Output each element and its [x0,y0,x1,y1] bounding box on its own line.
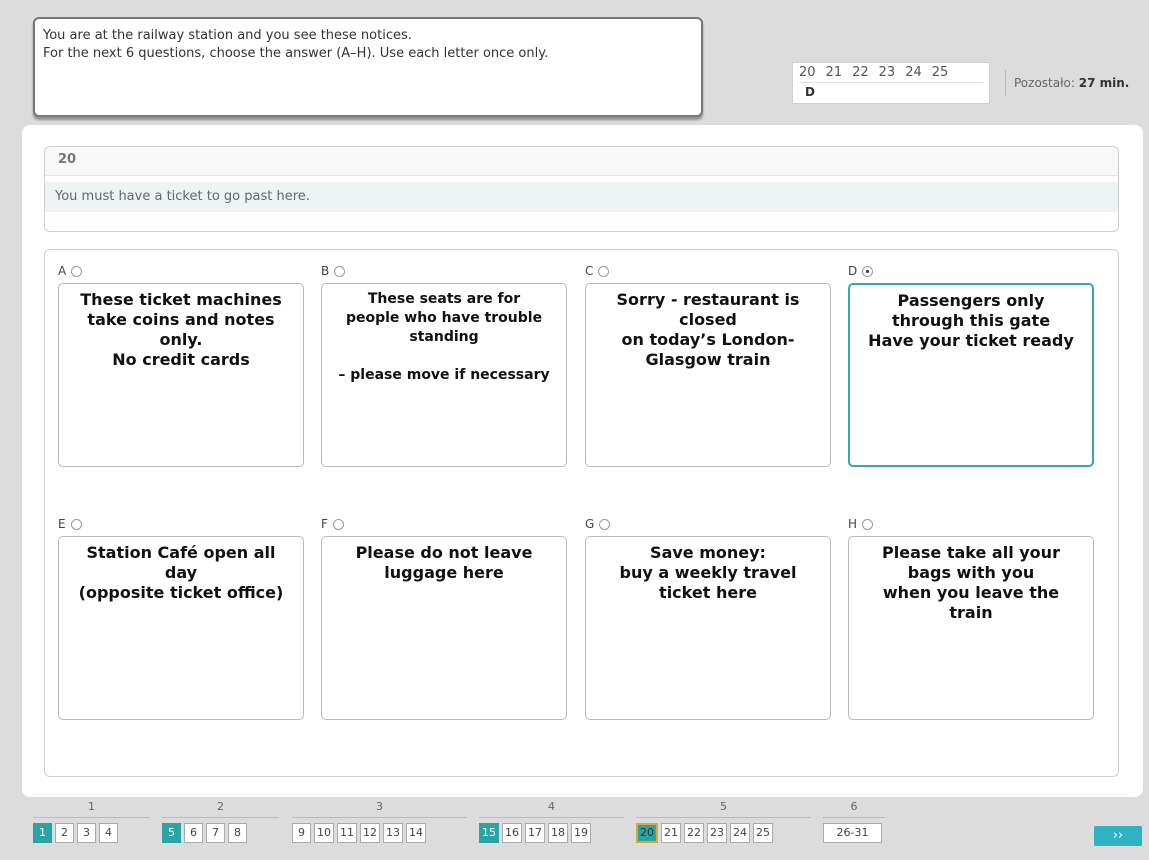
pager-group-label: 2 [217,800,224,813]
page-button[interactable]: 16 [502,823,522,843]
summary-number[interactable]: 24 [905,65,922,80]
option-d-radio[interactable] [862,265,874,277]
option-h-card[interactable]: Please take all your bags with you when … [848,536,1094,720]
option-g-radio[interactable] [599,518,611,530]
page-button[interactable]: 10 [314,823,334,843]
pager-group-label: 4 [548,800,555,813]
page-button[interactable]: 12 [360,823,380,843]
page-button[interactable]: 18 [548,823,568,843]
option-e-radio[interactable] [70,518,82,530]
page-button[interactable]: 26-31 [823,823,882,843]
option-e-card[interactable]: Station Café open all day (opposite tick… [58,536,304,720]
summary-answer-20: D [799,82,983,101]
option-e-text: Station Café open all day (opposite tick… [78,543,284,602]
page-button[interactable]: 21 [661,823,681,843]
page-button[interactable]: 19 [571,823,591,843]
page-button[interactable]: 5 [162,823,181,843]
option-letter: G [585,517,595,531]
option-f: F Please do not leave luggage here [321,517,567,720]
option-g-text: Save money: buy a weekly travel ticket h… [619,543,797,602]
option-b-text: These seats are for people who have trou… [338,291,550,383]
option-a-text: These ticket machines take coins and not… [80,290,282,369]
question-box: 20 You must have a ticket to go past her… [44,146,1119,232]
page-button[interactable]: 15 [479,823,499,843]
option-h-radio[interactable] [862,518,874,530]
option-e: E Station Café open all day (opposite ti… [58,517,304,720]
page-button[interactable]: 2 [55,823,74,843]
question-pager: 1 1 2 3 4 2 5 6 7 8 3 9 10 11 12 13 14 4 [33,800,1143,850]
page-button[interactable]: 4 [99,823,118,843]
option-d-text: Passengers only through this gate Have y… [868,291,1074,350]
option-a-card[interactable]: These ticket machines take coins and not… [58,283,304,467]
time-remaining: Pozostało: 27 min. [1005,70,1129,96]
answer-summary: 20 21 22 23 24 25 D [792,62,990,104]
timer-value: 27 min. [1078,76,1130,90]
instructions-box: You are at the railway station and you s… [33,17,703,117]
option-h-text: Please take all your bags with you when … [882,543,1060,622]
pager-group-6: 6 26-31 [823,800,885,843]
option-letter: B [321,264,330,278]
option-letter: H [848,517,858,531]
option-c-radio[interactable] [598,265,610,277]
pager-group-2: 2 5 6 7 8 [162,800,279,843]
pager-group-label: 5 [720,800,727,813]
pager-group-label: 6 [850,800,858,813]
options-box: A These ticket machines take coins and n… [44,249,1119,777]
timer-label: Pozostało: [1014,76,1075,90]
pager-group-3: 3 9 10 11 12 13 14 [292,800,467,843]
pager-group-label: 1 [88,800,95,813]
option-a: A These ticket machines take coins and n… [58,264,304,467]
option-c-text: Sorry - restaurant is closed on today’s … [616,290,800,369]
question-prompt: You must have a ticket to go past here. [45,182,1118,212]
page-button[interactable]: 7 [206,823,225,843]
option-d: D Passengers only through this gate Have… [848,264,1094,467]
option-f-text: Please do not leave luggage here [355,543,533,582]
summary-number[interactable]: 22 [852,65,869,80]
pager-group-1: 1 1 2 3 4 [33,800,150,843]
option-g: G Save money: buy a weekly travel ticket… [585,517,831,720]
option-c: C Sorry - restaurant is closed on today’… [585,264,831,467]
pager-group-4: 4 15 16 17 18 19 [479,800,624,843]
page-button-current[interactable]: 20 [636,823,658,843]
option-b: B These seats are for people who have tr… [321,264,567,467]
summary-number[interactable]: 20 [799,65,816,80]
option-d-card[interactable]: Passengers only through this gate Have y… [848,283,1094,467]
option-a-radio[interactable] [71,265,83,277]
option-letter: E [58,517,66,531]
option-c-card[interactable]: Sorry - restaurant is closed on today’s … [585,283,831,467]
page-button[interactable]: 25 [753,823,773,843]
next-button[interactable]: ›› [1094,826,1142,846]
page-button[interactable]: 17 [525,823,545,843]
page-button[interactable]: 1 [33,823,52,843]
page-button[interactable]: 14 [406,823,426,843]
summary-number[interactable]: 23 [879,65,896,80]
option-letter: C [585,264,594,278]
option-letter: F [321,517,328,531]
option-b-card[interactable]: These seats are for people who have trou… [321,283,567,467]
pager-group-label: 3 [376,800,383,813]
page-button[interactable]: 6 [184,823,203,843]
page-button[interactable]: 8 [228,823,247,843]
page-button[interactable]: 9 [292,823,311,843]
option-letter: D [848,264,858,278]
option-f-card[interactable]: Please do not leave luggage here [321,536,567,720]
option-g-card[interactable]: Save money: buy a weekly travel ticket h… [585,536,831,720]
question-number: 20 [45,147,1118,176]
summary-number[interactable]: 25 [932,65,949,80]
page-button[interactable]: 23 [707,823,727,843]
page-button[interactable]: 22 [684,823,704,843]
option-letter: A [58,264,67,278]
option-h: H Please take all your bags with you whe… [848,517,1094,720]
option-b-radio[interactable] [334,265,346,277]
pager-group-5: 5 20 21 22 23 24 25 [636,800,811,843]
instructions-line-1: You are at the railway station and you s… [43,28,412,43]
summary-number[interactable]: 21 [826,65,843,80]
page-button[interactable]: 3 [77,823,96,843]
main-panel: 20 You must have a ticket to go past her… [22,125,1143,797]
page-button[interactable]: 24 [730,823,750,843]
instructions-line-2: For the next 6 questions, choose the ans… [43,46,549,61]
page-button[interactable]: 11 [337,823,357,843]
page-button[interactable]: 13 [383,823,403,843]
option-f-radio[interactable] [332,518,344,530]
